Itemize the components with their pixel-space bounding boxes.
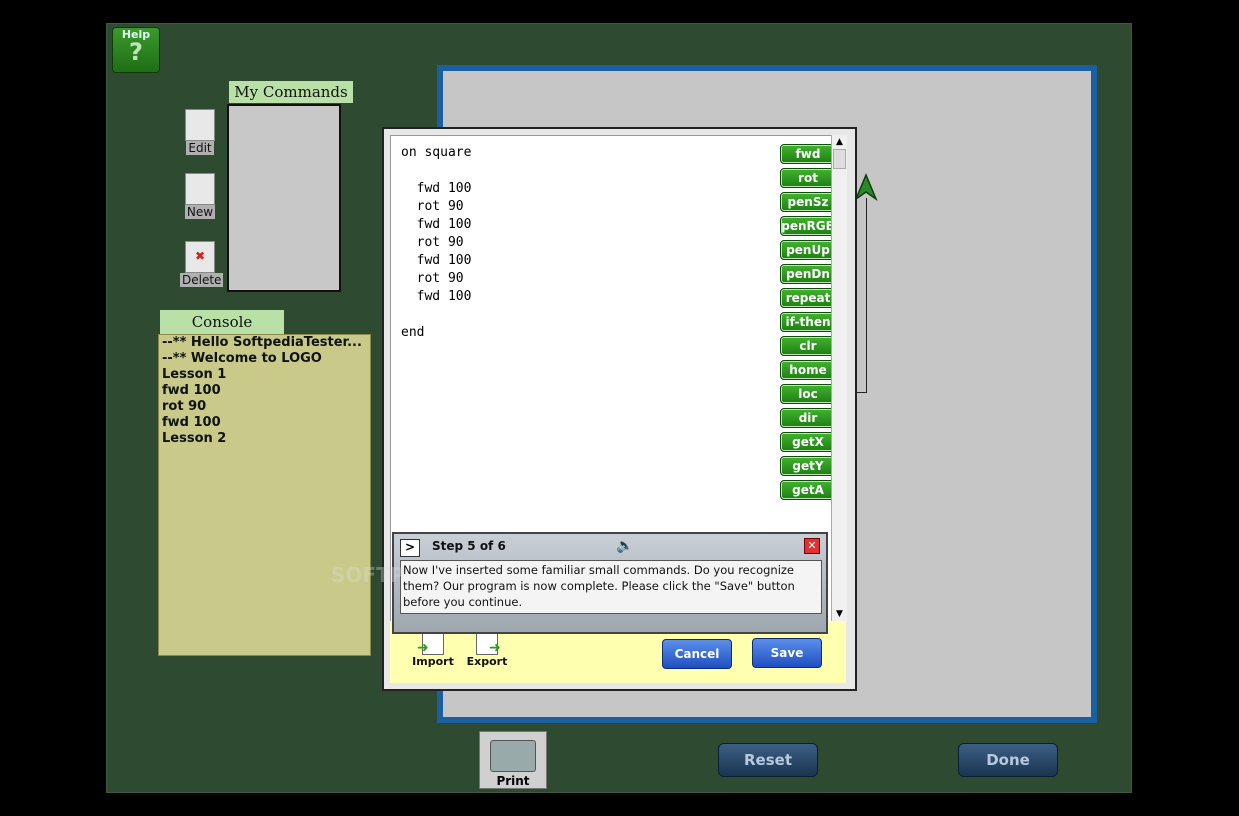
- speaker-icon[interactable]: 🔈: [616, 538, 633, 554]
- palette-if-then-button[interactable]: if-then: [780, 312, 836, 332]
- question-icon: ?: [129, 38, 143, 66]
- edit-label: Edit: [186, 141, 214, 155]
- turtle-arrow-icon: [854, 173, 878, 202]
- step-text: Now I've inserted some familiar small co…: [400, 560, 822, 614]
- console-title: Console: [160, 310, 284, 334]
- palette-penup-button[interactable]: penUp: [780, 240, 836, 260]
- editor-scrollbar[interactable]: ▲ ▼: [831, 135, 847, 621]
- palette-rot-button[interactable]: rot: [780, 168, 836, 188]
- palette-dir-button[interactable]: dir: [780, 408, 836, 428]
- scroll-thumb[interactable]: [833, 149, 846, 169]
- next-step-button[interactable]: >: [400, 539, 420, 557]
- delete-icon: ✖: [185, 241, 215, 273]
- console-line: rot 90: [162, 399, 207, 414]
- new-label: New: [184, 205, 216, 219]
- print-button[interactable]: Print: [479, 731, 547, 789]
- export-label: Export: [466, 655, 508, 668]
- done-button[interactable]: Done: [958, 743, 1058, 777]
- print-label: Print: [496, 774, 530, 788]
- console-line: fwd 100: [162, 383, 221, 398]
- printer-icon: [490, 740, 536, 772]
- reset-button[interactable]: Reset: [718, 743, 818, 777]
- scroll-down-icon[interactable]: ▼: [832, 607, 847, 621]
- edit-button[interactable]: Edit: [180, 109, 220, 155]
- step-title: Step 5 of 6: [432, 539, 506, 553]
- palette-getx-button[interactable]: getX: [780, 432, 836, 452]
- palette-gety-button[interactable]: getY: [780, 456, 836, 476]
- scroll-up-icon[interactable]: ▲: [832, 135, 847, 149]
- help-button[interactable]: Help ?: [112, 27, 160, 73]
- edit-icon: [185, 109, 215, 141]
- console-line: Lesson 1: [162, 367, 227, 382]
- palette-clr-button[interactable]: clr: [780, 336, 836, 356]
- turtle-trail-line: [866, 198, 867, 392]
- console-line: --** Hello SoftpediaTester...: [162, 335, 362, 350]
- console-line: --** Welcome to LOGO: [162, 351, 322, 366]
- watermark-text: SOFTP: [331, 563, 405, 587]
- palette-pendn-button[interactable]: penDn: [780, 264, 836, 284]
- palette-loc-button[interactable]: loc: [780, 384, 836, 404]
- my-commands-list[interactable]: [227, 104, 341, 292]
- command-palette: fwd rot penSz penRGB penUp penDn repeat …: [780, 144, 836, 504]
- palette-pensz-button[interactable]: penSz: [780, 192, 836, 212]
- save-button[interactable]: Save: [752, 638, 822, 668]
- console-line: fwd 100: [162, 415, 221, 430]
- palette-home-button[interactable]: home: [780, 360, 836, 380]
- cancel-button[interactable]: Cancel: [662, 639, 732, 669]
- logo-app-window: Help ? My Commands Edit New ✖ Delete Con…: [106, 23, 1132, 793]
- tutorial-step-panel: > Step 5 of 6 🔈 ✕ Now I've inserted some…: [392, 532, 828, 634]
- palette-repeat-button[interactable]: repeat: [780, 288, 836, 308]
- delete-button[interactable]: ✖ Delete: [180, 241, 224, 287]
- new-document-icon: [185, 173, 215, 205]
- palette-fwd-button[interactable]: fwd: [780, 144, 836, 164]
- step-header: > Step 5 of 6 🔈 ✕: [394, 534, 826, 558]
- palette-penrgb-button[interactable]: penRGB: [780, 216, 836, 236]
- code-text[interactable]: on square fwd 100 rot 90 fwd 100 rot 90 …: [401, 144, 471, 342]
- console-line: Lesson 2: [162, 431, 227, 446]
- close-icon[interactable]: ✕: [804, 538, 820, 554]
- new-button[interactable]: New: [180, 173, 220, 219]
- my-commands-title: My Commands: [229, 81, 353, 103]
- delete-label: Delete: [180, 273, 224, 287]
- import-label: Import: [412, 655, 454, 668]
- console-output[interactable]: --** Hello SoftpediaTester... --** Welco…: [158, 334, 371, 656]
- palette-geta-button[interactable]: getA: [780, 480, 836, 500]
